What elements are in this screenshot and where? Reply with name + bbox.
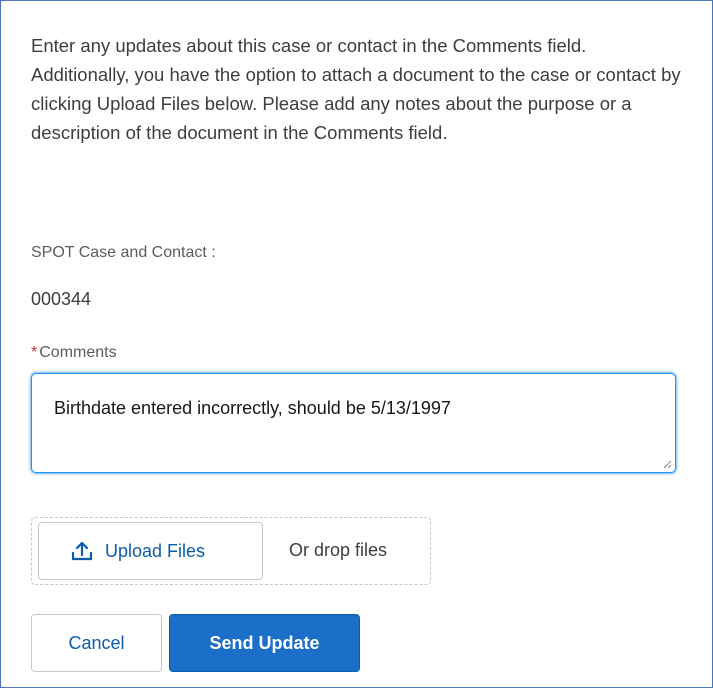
upload-files-button[interactable]: Upload Files (38, 522, 263, 580)
case-contact-label: SPOT Case and Contact : (31, 244, 216, 261)
comments-textarea[interactable]: Birthdate entered incorrectly, should be… (31, 373, 676, 473)
update-case-panel: Enter any updates about this case or con… (0, 0, 713, 688)
case-contact-value: 000344 (31, 289, 92, 309)
comments-label: * Comments (31, 344, 117, 362)
resize-handle-icon[interactable] (662, 459, 672, 469)
send-update-button[interactable]: Send Update (169, 614, 360, 672)
comments-value: Birthdate entered incorrectly, should be… (54, 398, 451, 418)
file-dropzone[interactable]: Upload Files Or drop files (31, 517, 431, 585)
required-marker: * (31, 344, 38, 361)
instructions-text: Enter any updates about this case or con… (31, 35, 681, 143)
upload-files-label: Upload Files (105, 540, 206, 561)
cancel-button[interactable]: Cancel (31, 614, 162, 672)
upload-icon (71, 540, 93, 562)
drop-files-text: Or drop files (289, 540, 388, 560)
comments-label-text: Comments (39, 344, 117, 361)
